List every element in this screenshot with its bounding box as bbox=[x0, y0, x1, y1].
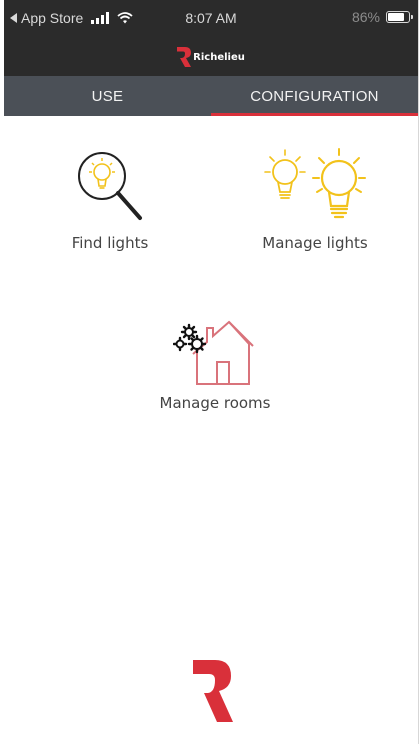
tab-configuration[interactable]: CONFIGURATION bbox=[211, 76, 418, 116]
find-lights-button[interactable]: Find lights bbox=[40, 146, 180, 252]
magnifier-bulb-icon bbox=[78, 152, 142, 220]
brand-name: Richelieu bbox=[193, 51, 245, 63]
app-header: App Store 8:07 AM 86% Richelieu bbox=[4, 0, 418, 76]
battery-icon bbox=[386, 11, 413, 23]
battery-percent: 86% bbox=[351, 9, 380, 25]
tab-use[interactable]: USE bbox=[4, 76, 211, 116]
house-gears-icon bbox=[173, 320, 254, 385]
richelieu-logo-icon bbox=[177, 47, 192, 67]
tab-use-label: USE bbox=[91, 87, 124, 105]
bulbs-icon bbox=[264, 148, 366, 219]
tab-configuration-label: CONFIGURATION bbox=[250, 87, 379, 105]
status-right: 86% bbox=[351, 9, 413, 25]
app-screen: App Store 8:07 AM 86% Richelieu USE CONF… bbox=[0, 0, 419, 744]
manage-rooms-label: Manage rooms bbox=[159, 394, 271, 412]
brand-logo: Richelieu bbox=[4, 38, 418, 76]
find-lights-label: Find lights bbox=[71, 234, 149, 252]
manage-rooms-button[interactable]: Manage rooms bbox=[130, 314, 300, 412]
manage-lights-button[interactable]: Manage lights bbox=[240, 146, 390, 252]
manage-lights-label: Manage lights bbox=[262, 234, 368, 252]
status-bar: App Store 8:07 AM 86% bbox=[4, 0, 418, 38]
richelieu-footer-logo-icon bbox=[193, 660, 233, 722]
tab-bar: USE CONFIGURATION bbox=[4, 76, 418, 116]
